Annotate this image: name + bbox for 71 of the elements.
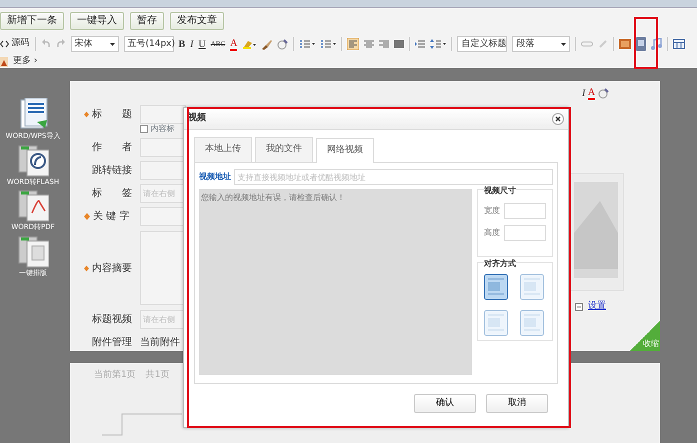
close-icon[interactable] [552,112,564,124]
input-field[interactable] [140,138,186,157]
font-color-button[interactable]: A [230,38,238,50]
document-icon [16,189,49,222]
action-button[interactable]: 新增下一条 [0,12,64,30]
video-icon[interactable] [636,37,646,51]
size-label: 宽度 [484,204,500,216]
font-select[interactable]: 宋体 [70,36,118,52]
bold-button[interactable]: B [178,36,186,52]
field-label: 标 题 [92,108,132,122]
field-label: 作 者 [92,140,132,155]
error-message: 您输入的视频地址有误，请检查后确认！ [201,192,345,202]
settings-link[interactable]: 设置 [588,300,606,314]
bullet-list-icon[interactable] [320,39,336,49]
action-button[interactable]: 暂存 [130,12,164,30]
document-icon [17,234,49,268]
highlight-frame [634,17,658,69]
field-label: 跳转链接 [92,164,132,178]
more-button[interactable]: 更多 › [0,54,38,68]
dialog-tab[interactable]: 网络视频 [316,138,374,162]
size-field[interactable] [504,202,546,218]
dialog-button[interactable]: 取消 [486,394,548,413]
align-left-icon[interactable] [347,38,360,50]
source-button[interactable]: 源码 [0,37,30,51]
italic-button[interactable]: I [582,86,586,101]
pager-text: 当前第1页 [94,369,136,382]
paragraph-select[interactable]: 段落 [512,36,570,52]
field-label: 关 键 字 [93,210,130,224]
indent-icon[interactable] [415,39,426,49]
underline-button[interactable]: U [198,36,206,52]
input-field[interactable] [140,207,186,226]
dialog-tab[interactable]: 我的文件 [255,137,313,162]
attachment-text: 当前附件 [140,336,180,350]
action-button[interactable]: 发布文章 [170,12,224,30]
size-label: 高度 [484,226,500,238]
figure-icon [0,56,8,66]
pager-text: 共1页 [146,369,170,382]
field-label: 内容摘要 [92,262,132,276]
line-height-icon[interactable] [430,39,446,49]
highlighter-icon[interactable] [242,39,256,49]
code-icon [0,40,9,48]
dialog-button[interactable]: 确认 [414,394,476,413]
justify-icon[interactable] [394,39,404,49]
music-icon[interactable] [651,38,662,50]
field-label: 标 签 [92,186,132,201]
font-size-select[interactable]: 五号(14px) [124,36,174,52]
dialog-tab[interactable]: 本地上传 [194,137,252,162]
caret-icon [561,42,566,46]
section-title: 对齐方式 [484,258,516,270]
input-field[interactable] [140,105,186,124]
align-right-icon[interactable] [379,39,390,49]
url-label: 视频地址 [199,170,231,182]
table-icon[interactable] [673,39,686,49]
layout-icon[interactable] [484,274,508,300]
summary-field[interactable] [140,231,186,305]
field-label: 附件管理 [92,336,132,350]
input-field[interactable] [140,161,186,180]
size-field[interactable] [504,224,546,240]
content-title-checkbox[interactable]: 内容标 [140,123,186,135]
ordered-list-icon[interactable] [299,39,316,49]
brush-icon[interactable] [261,38,272,50]
heading-select[interactable]: 自定义标题 [457,36,508,52]
dialog-title: 视频 [188,112,206,125]
caret-icon [110,42,114,46]
document-icon [17,144,49,176]
field-label: 标题视频 [92,312,132,327]
section-title: 视频尺寸 [484,184,516,196]
italic-button[interactable]: I [190,36,194,52]
action-button[interactable]: 一键导入 [70,12,124,30]
font-color-button[interactable]: A [588,87,596,100]
align-center-icon[interactable] [364,39,374,49]
